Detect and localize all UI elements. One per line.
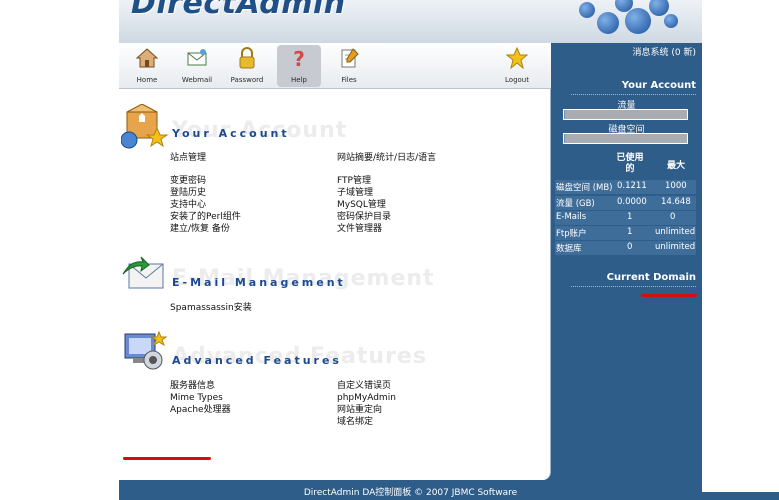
divider <box>571 94 696 95</box>
toolbar-help-label: Help <box>291 76 307 84</box>
usage-row-name: E-Mails <box>556 212 587 222</box>
header: DirectAdmin <box>119 0 702 43</box>
toolbar-webmail-button[interactable]: Webmail <box>175 45 219 87</box>
advanced-section-title: Advanced Features <box>172 354 342 367</box>
usage-row: 流量 (GB) 0.0000 14.648 <box>555 196 696 210</box>
toolbar-webmail-label: Webmail <box>181 76 213 84</box>
email-section-icon <box>122 256 164 289</box>
house-icon <box>136 48 158 68</box>
link-server-info[interactable]: 服务器信息 <box>170 380 215 392</box>
usage-row: E-Mails 1 0 <box>555 211 696 225</box>
usage-row-name: 数据库 <box>556 244 582 254</box>
account-section-title: Your Account <box>172 127 290 140</box>
current-domain-heading: Current Domain <box>606 272 696 283</box>
link-change-password[interactable]: 变更密码 <box>170 175 206 187</box>
usage-row-name: 流量 (GB) <box>556 199 595 209</box>
link-mysql-management[interactable]: MySQL管理 <box>337 199 386 211</box>
logo-bubble-icon <box>579 2 595 18</box>
logo-bubble-icon <box>625 8 651 34</box>
page-edge <box>702 492 779 500</box>
toolbar-logout-label: Logout <box>505 76 529 84</box>
usage-row: Ftp账户 1 unlimited <box>555 226 696 240</box>
disk-bar <box>563 133 688 144</box>
link-protected-directories[interactable]: 密码保护目录 <box>337 211 391 223</box>
link-support-center[interactable]: 支持中心 <box>170 199 206 211</box>
link-perl-modules[interactable]: 安装了的Perl组件 <box>170 211 241 223</box>
link-domain-pointers[interactable]: 域名绑定 <box>337 416 373 428</box>
footer: DirectAdmin DA控制面板 © 2007 JBMC Software <box>119 480 702 500</box>
redaction-mark <box>123 457 211 460</box>
divider <box>571 286 696 287</box>
toolbar-logout-button[interactable]: Logout <box>495 45 539 87</box>
sidebar-your-account-heading: Your Account <box>621 80 696 91</box>
usage-row-max: 14.648 <box>661 197 691 207</box>
link-file-manager[interactable]: 文件管理器 <box>337 223 382 235</box>
usage-row-max: 1000 <box>665 181 687 191</box>
toolbar-home-button[interactable]: Home <box>125 45 169 87</box>
link-phpmyadmin[interactable]: phpMyAdmin <box>337 392 396 404</box>
link-ftp-management[interactable]: FTP管理 <box>337 175 371 187</box>
usage-row: 数据库 0 unlimited <box>555 241 696 255</box>
redaction-mark <box>641 294 697 297</box>
content-area: Your Account Your Account 站点管理 变更密码 登陆历史… <box>119 90 551 480</box>
toolbar-files-button[interactable]: Files <box>327 45 371 87</box>
link-site-redirection[interactable]: 网站重定向 <box>337 404 382 416</box>
svg-text:?: ? <box>293 47 305 69</box>
toolbar-files-label: Files <box>341 76 357 84</box>
disk-fill <box>564 134 566 143</box>
link-site-management[interactable]: 站点管理 <box>170 152 206 164</box>
usage-row-name: Ftp账户 <box>556 229 587 239</box>
padlock-icon <box>239 47 255 69</box>
bandwidth-bar <box>563 109 688 120</box>
account-section-icon <box>121 104 169 149</box>
link-custom-error-pages[interactable]: 自定义错误页 <box>337 380 391 392</box>
link-mime-types[interactable]: Mime Types <box>170 392 223 404</box>
usage-row-used: 1 <box>627 212 633 222</box>
directadmin-logo: DirectAdmin <box>131 0 346 21</box>
usage-row-max: unlimited <box>655 227 696 237</box>
link-apache-handlers[interactable]: Apache处理器 <box>170 404 231 416</box>
logo-bubble-icon <box>664 14 678 28</box>
link-spamassassin[interactable]: Spamassassin安装 <box>170 302 252 314</box>
link-login-history[interactable]: 登陆历史 <box>170 187 206 199</box>
main-panel: Home Webmail Password ? Help Files Logou… <box>119 43 551 480</box>
usage-row-used: 0.0000 <box>617 197 647 207</box>
sidebar: 消息系统 (0 新) Your Account 流量 磁盘空间 已使用的 最大 … <box>551 43 702 480</box>
usage-row-used: 0.1211 <box>617 181 647 191</box>
col-max-header: 最大 <box>666 161 685 171</box>
email-section-title: E-Mail Management <box>172 276 346 289</box>
panel-frame: DirectAdmin Home Webmail Password ? Help <box>119 0 702 500</box>
col-used-header: 已使用的 <box>616 153 644 174</box>
advanced-section-icon <box>124 330 168 370</box>
envelope-icon <box>187 49 207 66</box>
toolbar-home-label: Home <box>136 76 158 84</box>
toolbar-help-button[interactable]: ? Help <box>277 45 321 87</box>
footer-copyright: DirectAdmin DA控制面板 © 2007 JBMC Software <box>303 488 518 498</box>
messages-link[interactable]: 消息系统 (0 新) <box>633 45 696 58</box>
usage-row-used: 0 <box>627 242 633 252</box>
link-subdomain-management[interactable]: 子域管理 <box>337 187 373 199</box>
usage-row-max: unlimited <box>655 242 696 252</box>
toolbar-password-label: Password <box>230 76 264 84</box>
link-backup-restore[interactable]: 建立/恢复 备份 <box>170 223 230 235</box>
logo-bubble-icon <box>649 0 669 16</box>
usage-row: 磁盘空间 (MB) 0.1211 1000 <box>555 180 696 194</box>
bandwidth-fill <box>564 110 566 119</box>
usage-row-max: 0 <box>670 212 676 222</box>
toolbar: Home Webmail Password ? Help Files Logou… <box>119 43 551 89</box>
question-icon: ? <box>293 47 305 69</box>
logo-bubble-icon <box>597 12 619 34</box>
usage-row-used: 1 <box>627 227 633 237</box>
toolbar-password-button[interactable]: Password <box>225 45 269 87</box>
usage-row-name: 磁盘空间 (MB) <box>556 183 613 193</box>
star-icon <box>506 47 528 69</box>
link-site-summary[interactable]: 网站摘要/统计/日志/语言 <box>337 152 436 164</box>
files-icon <box>341 48 359 68</box>
